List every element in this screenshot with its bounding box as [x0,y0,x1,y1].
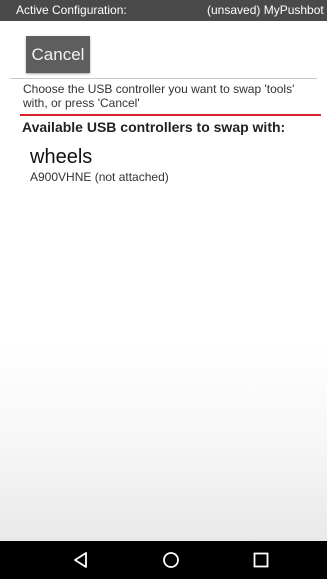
controller-list-item[interactable]: wheels A900VHNE (not attached) [30,145,290,189]
controller-name: wheels [30,146,93,168]
main-content: Cancel Choose the USB controller you wan… [0,21,327,541]
cancel-button[interactable]: Cancel [26,36,90,73]
instruction-text: Choose the USB controller you want to sw… [23,82,295,110]
active-configuration-label: Active Configuration: [16,3,127,17]
status-bar: Active Configuration: (unsaved) MyPushbo… [0,0,327,21]
section-title: Available USB controllers to swap with: [22,119,286,135]
recents-icon[interactable] [251,550,271,570]
back-icon[interactable] [71,550,91,570]
navigation-bar [0,541,327,579]
active-configuration-value: (unsaved) MyPushbot [207,3,324,17]
accent-divider [20,114,321,116]
home-icon[interactable] [161,550,181,570]
divider [10,78,317,79]
controller-serial: A900VHNE (not attached) [30,170,169,184]
